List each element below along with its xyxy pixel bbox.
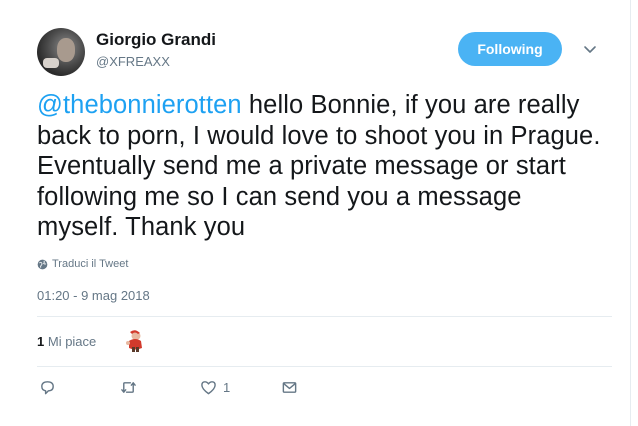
avatar-face <box>57 38 75 62</box>
likes-count: 1 <box>37 334 45 349</box>
retweet-icon <box>121 382 136 393</box>
direct-message-button[interactable] <box>281 379 298 396</box>
mention-link[interactable]: @thebonnierotten <box>37 91 242 119</box>
reply-button[interactable] <box>39 379 56 396</box>
tweet-text: @thebonnierotten hello Bonnie, if you ar… <box>37 90 607 243</box>
likes-label: Mi piace <box>47 334 97 349</box>
divider <box>37 316 612 317</box>
like-count: 1 <box>223 380 231 395</box>
liker-avatar[interactable] <box>122 328 148 354</box>
like-button[interactable]: 1 <box>200 379 230 396</box>
author-name[interactable]: Giorgio Grandi <box>96 30 216 50</box>
translate-label: Traduci il Tweet <box>52 258 129 270</box>
envelope-icon <box>282 382 297 393</box>
avatar[interactable] <box>37 28 85 76</box>
author-handle[interactable]: @XFREAXX <box>96 54 170 69</box>
timestamp[interactable]: 01:20 - 9 mag 2018 <box>37 288 150 303</box>
translate-tweet-link[interactable]: Traduci il Tweet <box>37 258 128 270</box>
scrollbar-edge <box>630 0 638 426</box>
divider <box>37 366 612 367</box>
following-button[interactable]: Following <box>458 32 562 66</box>
likes-stat[interactable]: 1 Mi piace <box>37 334 96 349</box>
globe-icon <box>37 259 48 269</box>
chevron-down-icon[interactable] <box>582 41 598 57</box>
reply-icon <box>41 381 54 395</box>
avatar-hand <box>43 58 59 68</box>
heart-icon <box>201 381 216 395</box>
tweet-card: Giorgio Grandi @XFREAXX Following @thebo… <box>0 0 630 426</box>
retweet-button[interactable] <box>120 379 137 396</box>
